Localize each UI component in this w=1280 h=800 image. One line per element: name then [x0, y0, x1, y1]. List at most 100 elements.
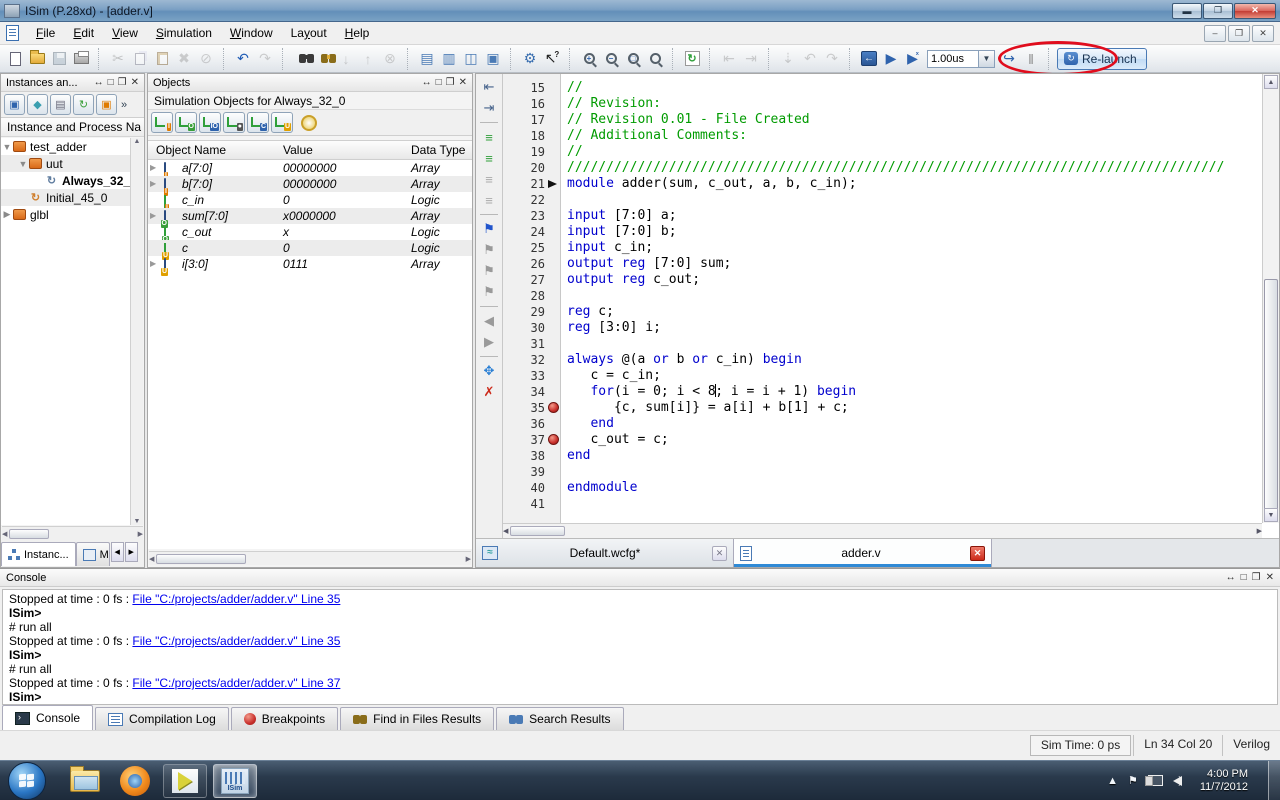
bottom-tab-compilation-log[interactable]: Compilation Log — [95, 707, 229, 730]
restart-icon[interactable]: ← — [859, 49, 879, 69]
delete-icon[interactable]: ✖ — [174, 49, 194, 69]
restore-panel-icon[interactable]: ❐ — [1252, 572, 1261, 583]
instances-tab-m[interactable]: M — [76, 542, 110, 566]
scroll-down-arrow[interactable]: ▼ — [1264, 508, 1278, 522]
signal-filter-i-button[interactable]: I — [151, 112, 173, 133]
code-line[interactable]: 16// Revision: — [503, 96, 1262, 112]
line-number[interactable]: 37 — [503, 432, 545, 448]
console-output[interactable]: Stopped at time : 0 fs : File "C:/projec… — [2, 589, 1278, 705]
taskbar-isim-button[interactable]: ISim — [213, 764, 257, 798]
run-time-dropdown-icon[interactable]: ▼ — [979, 50, 995, 68]
child-minimize-button[interactable]: – — [1204, 25, 1226, 42]
run-time-input[interactable]: 1.00us▼ — [927, 50, 995, 68]
maximize-panel-icon[interactable]: □ — [436, 77, 442, 88]
float-panel-icon[interactable]: ↔ — [1226, 572, 1236, 583]
object-row-a_7_0_[interactable]: ▶Ia[7:0]00000000Array — [148, 160, 472, 176]
cut-icon[interactable]: ✂ — [108, 49, 128, 69]
line-number[interactable]: 19 — [503, 144, 545, 160]
cascade-windows-icon[interactable]: ▤ — [417, 49, 437, 69]
doc-filter-button[interactable]: ▤ — [50, 94, 71, 115]
taskbar-ise-button[interactable] — [163, 764, 207, 798]
restore-panel-icon[interactable]: ❐ — [118, 77, 127, 88]
tab-close-icon[interactable]: ✕ — [970, 546, 985, 561]
line-number[interactable]: 24 — [503, 224, 545, 240]
pan-hand-icon[interactable]: ✥ — [479, 362, 499, 380]
code-line[interactable]: 39 — [503, 464, 1262, 480]
code-line[interactable]: 29reg c; — [503, 304, 1262, 320]
scroll-thumb[interactable] — [1264, 279, 1278, 514]
maximize-panel-icon[interactable]: □ — [108, 77, 114, 88]
action-center-flag-icon[interactable]: ⚑ — [1128, 774, 1138, 787]
line-number[interactable]: 40 — [503, 480, 545, 496]
close-panel-icon[interactable]: ✕ — [1266, 572, 1274, 583]
line-number[interactable]: 28 — [503, 288, 545, 304]
code-line[interactable]: 15// — [503, 80, 1262, 96]
toolbar-overflow-chevron[interactable]: » — [121, 99, 127, 111]
nav-back-icon[interactable]: ◀ — [479, 312, 499, 330]
line-number[interactable]: 39 — [503, 464, 545, 480]
process-filter-button[interactable]: ↻ — [73, 94, 94, 115]
layer-windows-icon[interactable]: ▣ — [483, 49, 503, 69]
refresh-icon[interactable]: ↻ — [682, 49, 702, 69]
menu-layout[interactable]: Layout — [282, 23, 336, 43]
code-line[interactable]: 25input c_in; — [503, 240, 1262, 256]
tab-close-icon[interactable]: ✕ — [712, 546, 727, 561]
code-area[interactable]: 15//16// Revision:17// Revision 0.01 - F… — [503, 74, 1262, 523]
code-line[interactable]: 18// Additional Comments: — [503, 128, 1262, 144]
open-file-icon[interactable] — [27, 49, 47, 69]
close-panel-icon[interactable]: ✕ — [131, 77, 139, 88]
bottom-tab-search-results[interactable]: Search Results — [496, 707, 623, 730]
run-icon[interactable]: ▶ — [881, 49, 901, 69]
scroll-up-arrow[interactable]: ▲ — [1264, 75, 1278, 89]
expand-arrow-icon[interactable]: ▶ — [150, 176, 160, 192]
tray-expand-icon[interactable]: ▲ — [1107, 775, 1118, 787]
line-number[interactable]: 29 — [503, 304, 545, 320]
maximize-panel-icon[interactable]: □ — [1241, 572, 1247, 583]
objects-horizontal-scrollbar[interactable]: ◀▶ — [149, 551, 471, 565]
current-statement-marker[interactable] — [548, 176, 561, 192]
line-number[interactable]: 36 — [503, 416, 545, 432]
line-number[interactable]: 25 — [503, 240, 545, 256]
code-line[interactable]: 33 c = c_in; — [503, 368, 1262, 384]
goto-next-icon[interactable]: ⇥ — [741, 49, 761, 69]
line-number[interactable]: 20 — [503, 160, 545, 176]
code-line[interactable]: 32always @(a or b or c_in) begin — [503, 352, 1262, 368]
menu-window[interactable]: Window — [221, 23, 282, 43]
console-source-link[interactable]: File "C:/projects/adder/adder.v" Line 37 — [132, 676, 340, 690]
expand-arrow-icon[interactable]: ▶ — [150, 208, 160, 224]
print-icon[interactable] — [71, 49, 91, 69]
tree-item-always_32_0[interactable]: ↻Always_32_0 — [1, 172, 130, 189]
console-source-link[interactable]: File "C:/projects/adder/adder.v" Line 35 — [132, 634, 340, 648]
disable-breakpoint-icon[interactable]: ⚑ — [479, 241, 499, 259]
object-row-c[interactable]: Uc0Logic — [148, 240, 472, 256]
line-number[interactable]: 38 — [503, 448, 545, 464]
column-header-object-name[interactable]: Object Name — [156, 141, 226, 160]
code-line[interactable]: 36 end — [503, 416, 1262, 432]
line-number[interactable]: 33 — [503, 368, 545, 384]
line-number[interactable]: 34 — [503, 384, 545, 400]
editor-horizontal-scrollbar[interactable]: ◀▶ — [503, 523, 1262, 538]
code-line[interactable]: 23input [7:0] a; — [503, 208, 1262, 224]
column-header-value[interactable]: Value — [283, 141, 313, 160]
expand-arrow-icon[interactable]: ▼ — [17, 159, 29, 169]
column-header-data-type[interactable]: Data Type — [411, 141, 465, 160]
tab-scroll-right-icon[interactable]: ▶ — [125, 542, 138, 562]
next-breakpoint-icon[interactable]: ⚑ — [479, 262, 499, 280]
menu-view[interactable]: View — [103, 23, 147, 43]
breakpoint-marker[interactable] — [548, 432, 561, 448]
relaunch-button[interactable]: ↻Re-launch — [1057, 48, 1147, 70]
restore-panel-icon[interactable]: ❐ — [446, 77, 455, 88]
signal-filter-c-button[interactable]: C — [247, 112, 269, 133]
collapse-arrow-icon[interactable]: ▶ — [1, 209, 13, 220]
line-number[interactable]: 35 — [503, 400, 545, 416]
menu-file[interactable]: File — [27, 23, 64, 43]
comment-lines-icon[interactable]: ≡ — [479, 128, 499, 146]
line-number[interactable]: 32 — [503, 352, 545, 368]
zoom-sel-icon[interactable] — [645, 49, 665, 69]
objects-table-header[interactable]: Object Name Value Data Type — [148, 140, 472, 160]
step-icon[interactable]: ↪ — [999, 49, 1019, 69]
step-out-icon[interactable]: ↷ — [822, 49, 842, 69]
line-number[interactable]: 26 — [503, 256, 545, 272]
show-desktop-button[interactable] — [1268, 761, 1280, 800]
code-line[interactable]: 40endmodule — [503, 480, 1262, 496]
